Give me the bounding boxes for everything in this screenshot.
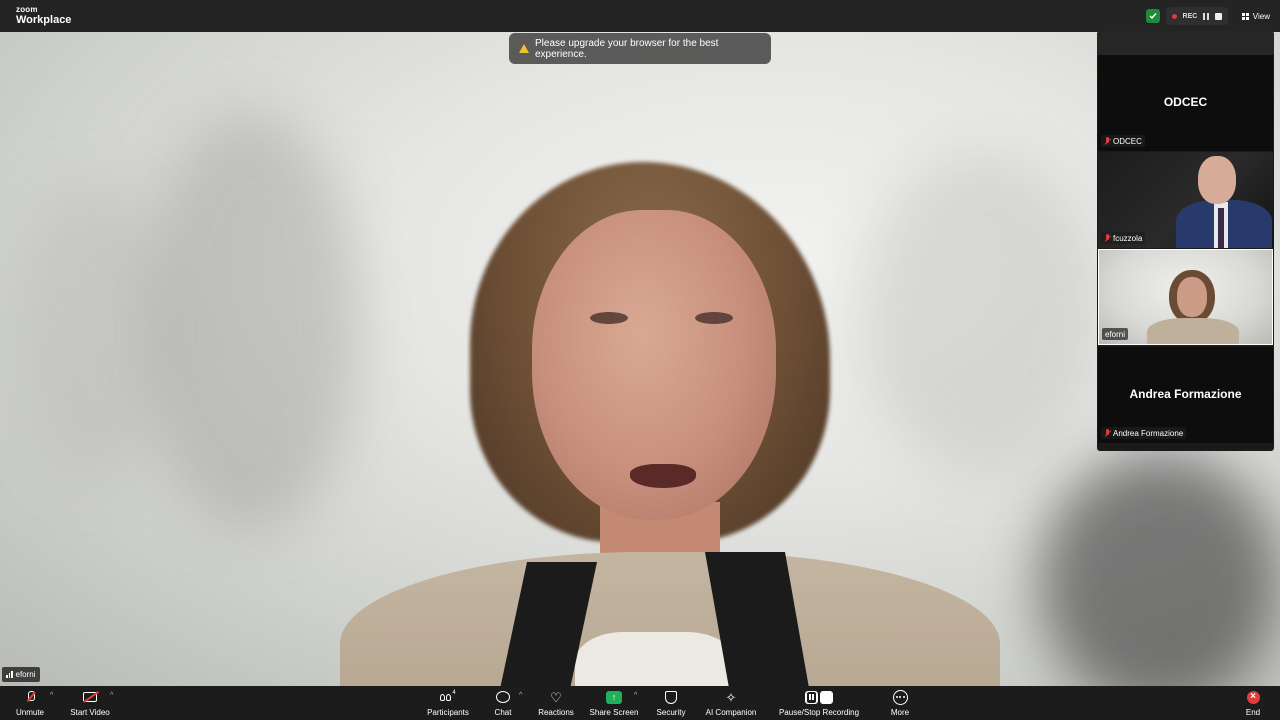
- notification-text: Please upgrade your browser for the best…: [535, 37, 719, 60]
- participants-icon: [440, 693, 452, 701]
- pause-stop-recording-icon: [805, 690, 833, 704]
- start-video-button[interactable]: Start Video: [64, 686, 116, 720]
- active-speaker-video: [0, 32, 1280, 686]
- participant-name-label: ODCEC: [1101, 135, 1145, 147]
- participants-label: Participants: [427, 707, 469, 717]
- logo-workplace-text: Workplace: [16, 14, 72, 26]
- security-button[interactable]: Security: [652, 686, 690, 720]
- participant-display-name: ODCEC: [1163, 95, 1208, 109]
- zoom-workplace-logo: zoom Workplace: [16, 6, 71, 26]
- chat-label: Chat: [494, 707, 512, 717]
- pause-stop-recording-button[interactable]: Pause/Stop Recording: [776, 686, 862, 720]
- participant-name-label: Andrea Formazione: [1101, 427, 1187, 439]
- mic-muted-icon: [1104, 428, 1111, 438]
- ai-companion-label: AI Companion: [705, 707, 757, 717]
- grid-view-icon: [1241, 12, 1249, 20]
- participant-name-label: fcuzzola: [1101, 232, 1146, 244]
- security-shield-icon: [665, 690, 677, 704]
- zoom-meeting-window: zoom Workplace REC View Please upgrade y…: [0, 0, 1280, 720]
- participants-button[interactable]: 4 Participants: [424, 686, 472, 720]
- more-label: More: [890, 707, 910, 717]
- unmute-label: Unmute: [15, 707, 44, 717]
- reactions-button[interactable]: ♡ Reactions: [536, 686, 576, 720]
- mic-muted-icon: [1104, 233, 1111, 243]
- camera-off-icon: [83, 692, 97, 702]
- participant-name: eforni: [1105, 329, 1126, 339]
- view-button[interactable]: View: [1241, 11, 1270, 21]
- view-label: View: [1252, 11, 1270, 21]
- participant-tile[interactable]: fcuzzola: [1098, 152, 1273, 248]
- security-label: Security: [656, 707, 686, 717]
- participant-tile[interactable]: ODCEC ODCEC: [1098, 55, 1273, 151]
- top-right-controls: REC View: [1145, 7, 1270, 25]
- participant-tile[interactable]: Andrea Formazione Andrea Formazione: [1098, 347, 1273, 443]
- top-bar: zoom Workplace REC View: [0, 0, 1280, 32]
- microphone-muted-icon: [26, 691, 35, 703]
- audio-options-chevron-icon[interactable]: ^: [50, 692, 53, 699]
- end-label: End: [1245, 707, 1261, 717]
- participant-name: fcuzzola: [1113, 233, 1143, 243]
- reactions-label: Reactions: [538, 707, 574, 717]
- sparkle-icon: ✧: [725, 689, 737, 705]
- encryption-shield-icon[interactable]: [1145, 9, 1160, 23]
- more-options-icon: [892, 689, 908, 705]
- participant-name-label: eforni: [1102, 328, 1129, 340]
- gallery-header[interactable]: [1097, 31, 1274, 55]
- unmute-button[interactable]: Unmute: [8, 686, 52, 720]
- recording-dot-icon: [1171, 13, 1177, 19]
- ai-companion-button[interactable]: ✧ AI Companion: [702, 686, 760, 720]
- pause-stop-recording-label: Pause/Stop Recording: [778, 707, 860, 717]
- stop-recording-icon[interactable]: [1214, 12, 1222, 20]
- share-screen-button[interactable]: ↑ Share Screen: [588, 686, 640, 720]
- share-options-chevron-icon[interactable]: ^: [634, 692, 637, 699]
- participants-count: 4: [452, 689, 456, 696]
- self-view-label: eforni: [2, 667, 40, 682]
- end-meeting-icon: [1246, 690, 1260, 704]
- recording-indicator: REC: [1165, 7, 1228, 25]
- logo-zoom-text: zoom: [16, 5, 38, 14]
- speaker-figure: [300, 162, 1020, 686]
- meeting-toolbar: Unmute ^ Start Video ^ 4 Participants Ch…: [0, 686, 1280, 720]
- participant-tile-active[interactable]: eforni: [1098, 249, 1273, 345]
- checkmark-icon: [1149, 13, 1157, 20]
- share-screen-icon: ↑: [606, 690, 622, 704]
- start-video-label: Start Video: [70, 707, 110, 717]
- recording-label: REC: [1182, 12, 1198, 20]
- browser-upgrade-notification: Please upgrade your browser for the best…: [509, 33, 771, 64]
- share-screen-label: Share Screen: [589, 707, 639, 717]
- audio-level-icon: [6, 671, 13, 678]
- warning-icon: [519, 44, 529, 53]
- pause-recording-icon[interactable]: [1203, 12, 1209, 20]
- mic-muted-icon: [1104, 136, 1111, 146]
- more-button[interactable]: More: [884, 686, 916, 720]
- participant-name: ODCEC: [1113, 136, 1142, 146]
- participant-name: Andrea Formazione: [1113, 428, 1184, 438]
- end-meeting-button[interactable]: End: [1240, 686, 1266, 720]
- participant-gallery: ODCEC ODCEC fcuzzola eforni Andrea Forma…: [1097, 31, 1274, 451]
- chat-bubble-icon: [496, 691, 510, 703]
- self-view-name: eforni: [15, 670, 36, 679]
- video-options-chevron-icon[interactable]: ^: [110, 692, 113, 699]
- chat-options-chevron-icon[interactable]: ^: [519, 692, 522, 699]
- heart-icon: ♡: [550, 689, 562, 705]
- chat-button[interactable]: Chat: [488, 686, 518, 720]
- participant-display-name: Andrea Formazione: [1129, 387, 1242, 401]
